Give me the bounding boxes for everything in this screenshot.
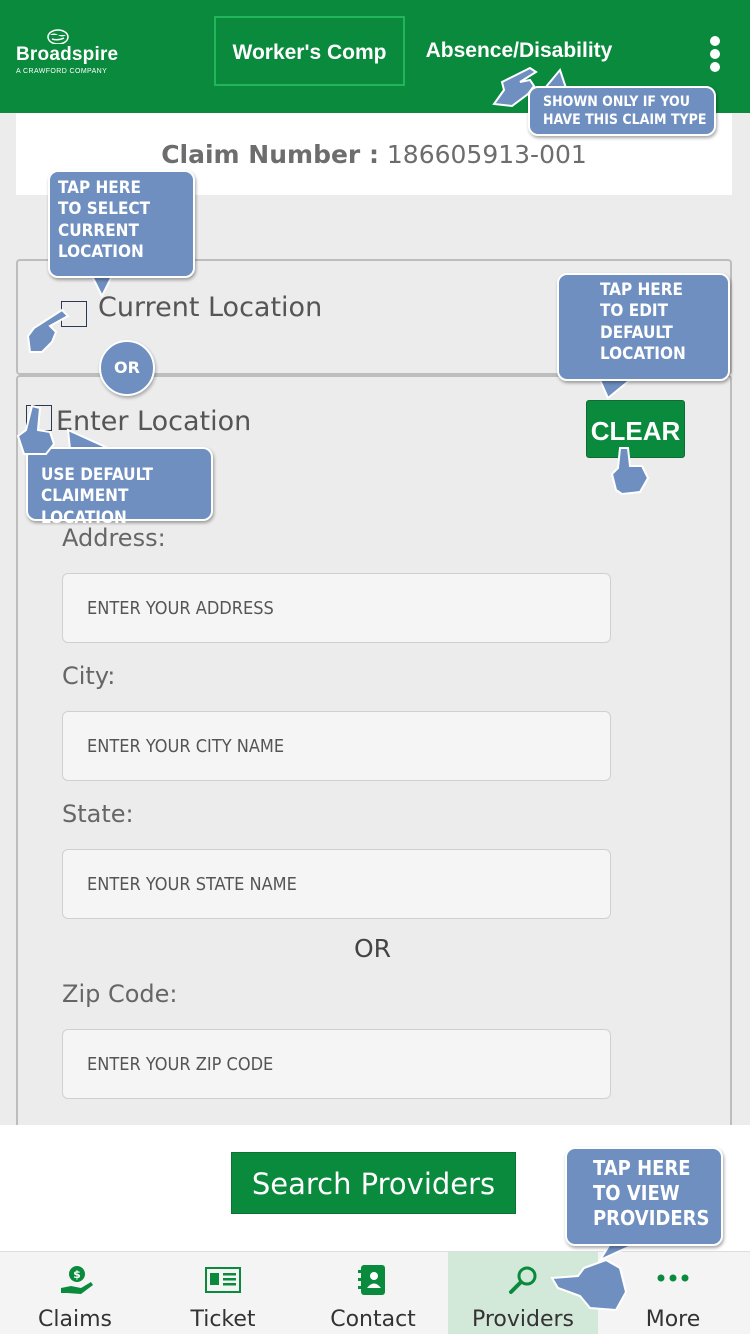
annotation-line: PROVIDERS: [593, 1206, 710, 1230]
pointing-hand-icon: [492, 66, 538, 108]
pointing-hand-icon: [550, 1258, 628, 1312]
annotation-line: TO SELECT: [58, 199, 151, 220]
annotation-claim-type: SHOWN ONLY IF YOU HAVE THIS CLAIM TYPE: [528, 86, 716, 136]
annotation-line: TAP HERE: [58, 178, 141, 198]
pointing-hand-icon: [16, 404, 56, 455]
pointing-hand-icon: [610, 447, 650, 496]
annotation-line: LOCATION: [58, 241, 144, 262]
annotation-line: SHOWN ONLY IF YOU: [543, 94, 690, 110]
annotation-line: CURRENT: [58, 220, 139, 241]
annotation-line: TO VIEW: [593, 1181, 680, 1205]
annotation-view-providers: TAP HERE TO VIEW PROVIDERS: [565, 1147, 723, 1246]
annotation-line: TAP HERE: [593, 1156, 691, 1180]
or-circle-badge: OR: [99, 340, 155, 396]
annotation-default-location: USE DEFAULT CLAIMENT LOCATION: [26, 447, 213, 528]
annotation-line: TO EDIT: [600, 301, 669, 322]
annotation-line: CLAIMENT LOCATION: [41, 486, 129, 528]
annotation-select-location: TAP HERE TO SELECT CURRENT LOCATION: [48, 170, 195, 278]
annotation-line: DEFAULT: [600, 322, 673, 343]
annotation-line: HAVE THIS CLAIM TYPE: [543, 111, 707, 128]
annotation-line: LOCATION: [600, 343, 686, 364]
pointing-hand-icon: [26, 308, 70, 353]
annotation-line: TAP HERE: [600, 280, 683, 300]
annotation-edit-location: TAP HERE TO EDIT DEFAULT LOCATION: [557, 273, 730, 381]
annotation-line: USE DEFAULT: [41, 465, 153, 485]
